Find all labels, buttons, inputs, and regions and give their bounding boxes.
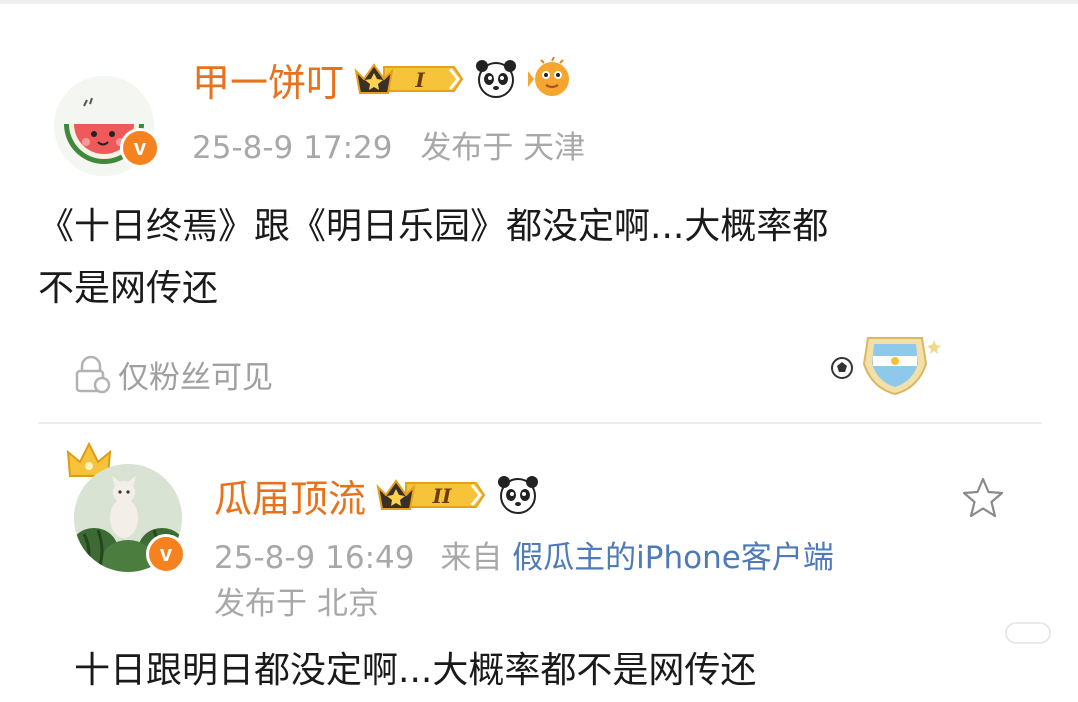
post-timestamp: 25-8-9 16:49	[214, 540, 415, 576]
post-text-line: 《十日终焉》跟《明日乐园》都没定啊...大概率都	[38, 206, 829, 247]
fan-badge	[831, 337, 941, 396]
vip-level: II	[432, 484, 452, 508]
username[interactable]: 瓜届顶流	[214, 468, 366, 523]
lock-icon	[75, 355, 111, 393]
vip-crown-icon: I	[354, 63, 464, 94]
username[interactable]: 甲一饼叮	[192, 52, 344, 107]
post2-name-row: 瓜届顶流 II	[214, 468, 540, 522]
argentina-medal-icon	[862, 337, 928, 396]
post1-meta: 25-8-9 17:29 发布于 天津	[192, 122, 585, 167]
post2-content: 十日跟明日都没定啊...大概率都不是网传还	[74, 650, 757, 691]
verified-badge-icon: v	[146, 534, 186, 574]
source-prefix: 来自	[440, 540, 503, 576]
vip-level: I	[414, 68, 425, 92]
post1-name-row: 甲一饼叮 I	[192, 52, 576, 106]
visibility-label: 仅粉丝可见	[118, 360, 273, 396]
post-location: 发布于 天津	[420, 130, 586, 166]
puffer-fish-icon	[528, 57, 570, 96]
source-link[interactable]: 假瓜主的iPhone客户端	[512, 540, 834, 576]
football-icon	[831, 357, 853, 379]
panda-icon	[498, 476, 539, 514]
post2-meta: 25-8-9 16:49 来自 假瓜主的iPhone客户端	[214, 532, 834, 577]
post-timestamp: 25-8-9 17:29	[192, 130, 393, 166]
visibility-indicator: 仅粉丝可见	[72, 352, 273, 397]
section-divider	[38, 422, 1042, 424]
top-divider	[0, 0, 1078, 4]
panda-icon	[476, 60, 517, 98]
post1-content: 《十日终焉》跟《明日乐园》都没定啊...大概率都 不是网传还	[38, 196, 1048, 320]
post-text-line: 不是网传还	[38, 268, 219, 309]
vip-crown-icon: II	[376, 479, 486, 510]
verified-badge-icon: v	[120, 128, 160, 168]
star-icon[interactable]	[960, 476, 1006, 520]
watermark-icon	[1005, 622, 1051, 644]
post-location: 发布于 北京	[214, 586, 379, 622]
